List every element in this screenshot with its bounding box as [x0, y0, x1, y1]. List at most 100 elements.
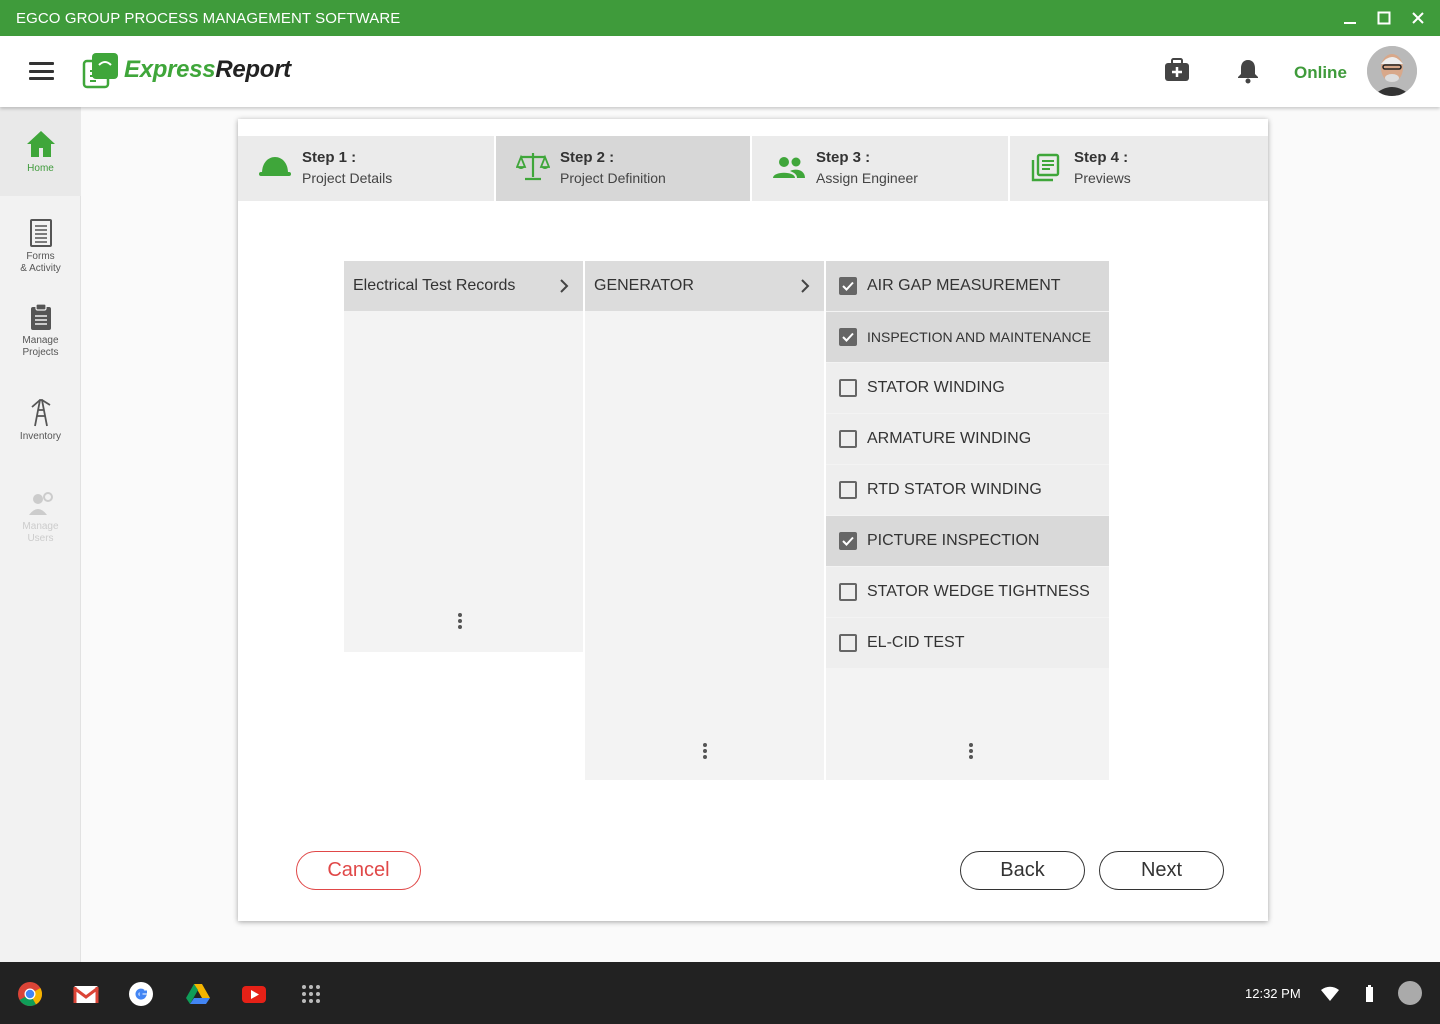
back-button[interactable]: Back	[960, 851, 1085, 890]
checkbox[interactable]	[839, 481, 857, 499]
more-options-icon[interactable]	[969, 743, 973, 759]
checkbox[interactable]	[839, 277, 857, 295]
menu-icon[interactable]	[29, 62, 54, 80]
checkbox[interactable]	[839, 379, 857, 397]
app-logo: ExpressReport	[82, 51, 291, 89]
step-title: Step 3 :	[816, 149, 871, 166]
home-icon	[26, 131, 55, 157]
bell-icon[interactable]	[1237, 58, 1259, 89]
category-column: Electrical Test Records	[344, 261, 583, 652]
sidebar-item-label: & Activity	[20, 263, 61, 274]
logo-text-express: Express	[124, 56, 216, 83]
tab-step-3[interactable]: Step 3 : Assign Engineer	[752, 136, 1010, 201]
hard-hat-icon	[259, 157, 291, 176]
drive-icon[interactable]	[185, 981, 211, 1007]
maximize-icon[interactable]	[1374, 8, 1394, 28]
test-option[interactable]: EL-CID TEST	[826, 618, 1109, 668]
test-option[interactable]: AIR GAP MEASUREMENT	[826, 261, 1109, 311]
step-tabs: Step 1 : Project Details Step 2 : Projec…	[238, 136, 1268, 201]
test-option[interactable]: PICTURE INSPECTION	[826, 516, 1109, 566]
minimize-icon[interactable]	[1340, 8, 1360, 28]
clipboard-icon	[30, 303, 51, 330]
close-icon[interactable]	[1408, 8, 1428, 28]
sidebar-item-label: Inventory	[19, 431, 62, 442]
step-subtitle: Assign Engineer	[816, 170, 918, 186]
battery-icon[interactable]	[1365, 985, 1374, 1003]
avatar[interactable]	[1367, 46, 1417, 96]
test-option[interactable]: STATOR WEDGE TIGHTNESS	[826, 567, 1109, 617]
sidebar-item-label: Manage	[22, 335, 59, 346]
next-button[interactable]: Next	[1099, 851, 1224, 890]
user-settings-icon	[28, 492, 53, 515]
sidebar-item-label: Home	[27, 163, 54, 174]
checkbox[interactable]	[839, 583, 857, 601]
app-header: ExpressReport Online	[0, 36, 1440, 107]
test-option[interactable]: ARMATURE WINDING	[826, 414, 1109, 464]
sidebar-item-home[interactable]: Home	[0, 107, 81, 196]
test-label: PICTURE INSPECTION	[867, 532, 1040, 549]
checkbox[interactable]	[839, 532, 857, 550]
test-option[interactable]: STATOR WINDING	[826, 363, 1109, 413]
sidebar-item-manage-projects[interactable]: Manage Projects	[0, 303, 81, 359]
sidebar-item-label: Users	[27, 533, 54, 544]
test-label: RTD STATOR WINDING	[867, 481, 1042, 498]
wizard-card: Step 1 : Project Details Step 2 : Projec…	[238, 119, 1268, 921]
people-icon	[773, 157, 805, 178]
step-title: Step 2 :	[560, 149, 615, 166]
window-title: EGCO GROUP PROCESS MANAGEMENT SOFTWARE	[16, 9, 401, 27]
youtube-icon[interactable]	[241, 981, 267, 1007]
test-option[interactable]: INSPECTION AND MAINTENANCE	[826, 312, 1109, 362]
medkit-icon[interactable]	[1164, 58, 1190, 87]
google-icon[interactable]	[128, 981, 154, 1007]
sidebar-item-label: Manage	[22, 521, 59, 532]
test-label: EL-CID TEST	[867, 634, 965, 651]
more-options-icon[interactable]	[458, 613, 462, 629]
os-taskbar: 12:32 PM	[0, 962, 1440, 1024]
step-subtitle: Previews	[1074, 170, 1131, 186]
account-status-icon[interactable]	[1398, 981, 1422, 1005]
checkbox[interactable]	[839, 430, 857, 448]
wifi-icon[interactable]	[1320, 986, 1340, 1002]
tab-step-2[interactable]: Step 2 : Project Definition	[496, 136, 752, 201]
more-options-icon[interactable]	[703, 743, 707, 759]
chevron-right-icon	[801, 279, 810, 293]
sidebar-item-inventory[interactable]: Inventory	[0, 397, 81, 443]
chrome-icon[interactable]	[17, 981, 43, 1007]
test-label: AIR GAP MEASUREMENT	[867, 277, 1061, 294]
tower-icon	[30, 399, 50, 427]
sidebar-item-label: Projects	[22, 347, 59, 358]
sidebar-item-label: Forms	[26, 251, 55, 262]
connection-status: Online	[1294, 63, 1347, 82]
category-header[interactable]: Electrical Test Records	[344, 261, 583, 311]
launcher-icon[interactable]	[298, 981, 324, 1007]
step-subtitle: Project Details	[302, 170, 393, 186]
test-label: INSPECTION AND MAINTENANCE	[867, 329, 1092, 345]
forms-icon	[29, 219, 52, 247]
step-subtitle: Project Definition	[560, 170, 666, 186]
tab-step-1[interactable]: Step 1 : Project Details	[238, 136, 496, 201]
logo-icon	[82, 53, 118, 89]
equipment-header[interactable]: GENERATOR	[585, 261, 824, 311]
sidebar: Home Forms & Activity Manage Projects In…	[0, 107, 81, 962]
checkbox[interactable]	[839, 634, 857, 652]
test-label: STATOR WEDGE TIGHTNESS	[867, 583, 1090, 600]
checkbox[interactable]	[839, 328, 857, 346]
scale-icon	[516, 153, 550, 181]
library-icon	[1031, 153, 1060, 182]
equipment-column: GENERATOR	[585, 261, 824, 780]
gmail-icon[interactable]	[73, 981, 99, 1007]
test-label: ARMATURE WINDING	[867, 430, 1032, 447]
clock[interactable]: 12:32 PM	[1245, 986, 1301, 1001]
tab-step-4[interactable]: Step 4 : Previews	[1010, 136, 1268, 201]
sidebar-item-forms[interactable]: Forms & Activity	[0, 219, 81, 275]
equipment-label: GENERATOR	[594, 277, 694, 294]
chevron-right-icon	[560, 279, 569, 293]
step-title: Step 4 :	[1074, 149, 1129, 166]
logo-text-report: Report	[215, 56, 291, 83]
category-label: Electrical Test Records	[353, 277, 516, 294]
step-title: Step 1 :	[302, 149, 357, 166]
cancel-button[interactable]: Cancel	[296, 851, 421, 890]
window-titlebar: EGCO GROUP PROCESS MANAGEMENT SOFTWARE	[0, 0, 1440, 36]
test-option[interactable]: RTD STATOR WINDING	[826, 465, 1109, 515]
tests-column: AIR GAP MEASUREMENT INSPECTION AND MAINT…	[826, 261, 1109, 780]
